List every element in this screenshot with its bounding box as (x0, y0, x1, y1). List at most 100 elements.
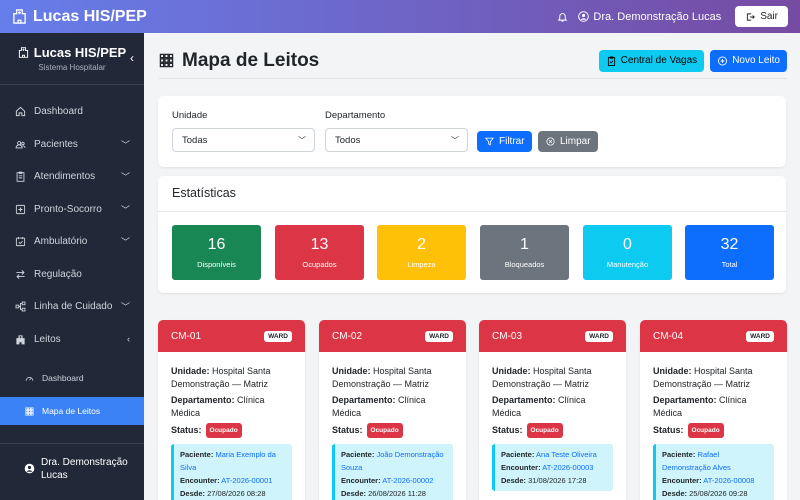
bed-code: CM-01 (171, 330, 202, 342)
sidebar-user[interactable]: Dra. Demonstração Lucas (0, 443, 144, 493)
bed-code: CM-03 (492, 330, 523, 342)
stat-label: Total (721, 260, 738, 269)
chevron-down-icon: ﹀ (451, 135, 459, 145)
medical-plus-icon (15, 204, 26, 214)
unidade-select[interactable]: Todas ﹀ (172, 128, 315, 152)
bed-departamento: Departamento: Clínica Médica (653, 395, 747, 418)
sidebar-item-dashboard[interactable]: Dashboard (0, 95, 144, 127)
bed-card[interactable]: CM-01 WARD Unidade: Hospital Santa Demons… (158, 320, 305, 500)
bed-card[interactable]: CM-03 WARD Unidade: Hospital Santa Demons… (479, 320, 626, 500)
sidebar-item-linha-de-cuidado[interactable]: Linha de Cuidado ﹀ (0, 290, 144, 322)
stat-value: 13 (310, 236, 329, 253)
bed-code: CM-02 (332, 330, 363, 342)
encounter-link[interactable]: AT-2026-00001 (221, 476, 272, 485)
people-icon (15, 140, 26, 148)
logout-icon (747, 12, 756, 21)
bed-status: Status: Ocupado (171, 423, 292, 438)
stat-label: Manutenção (606, 260, 649, 269)
bed-departamento: Departamento: Clínica Médica (171, 395, 265, 418)
departamento-select[interactable]: Todos ﹀ (325, 128, 468, 152)
logout-label: Sair (760, 11, 778, 22)
patient-info: Paciente: João Demonstração Souza Encoun… (332, 444, 453, 500)
bed-type-badge: WARD (585, 330, 613, 342)
page-title-text: Mapa de Leitos (182, 49, 320, 71)
grid-icon (159, 53, 174, 68)
patient-link[interactable]: Ana Teste Oliveira (536, 450, 597, 459)
chevron-down-icon: ﹀ (120, 301, 130, 312)
chevron-down-icon: ﹀ (120, 139, 130, 150)
bed-type-badge: WARD (264, 330, 292, 342)
sidebar-item-regulacao[interactable]: Regulação (0, 258, 144, 290)
status-badge: Ocupado (526, 423, 563, 438)
sidebar-item-label: Dashboard (34, 105, 83, 117)
page-header: Mapa de Leitos Central de Vagas Novo Lei… (159, 43, 787, 79)
central-de-vagas-button[interactable]: Central de Vagas (598, 49, 705, 72)
bed-card[interactable]: CM-02 WARD Unidade: Hospital Santa Demons… (319, 320, 466, 500)
stat-manutencao: 0 Manutenção (583, 225, 672, 280)
stat-value: 32 (720, 236, 739, 253)
sidebar-item-ambulatorio[interactable]: Ambulatório ﹀ (0, 225, 144, 257)
chevron-left-icon[interactable]: ‹ (130, 51, 134, 65)
novo-leito-button[interactable]: Novo Leito (710, 49, 787, 72)
sidebar-item-label: Leitos (34, 333, 61, 345)
encounter-link[interactable]: AT-2026-00003 (542, 463, 593, 472)
grid-icon (25, 406, 34, 416)
status-badge: Ocupado (366, 423, 403, 438)
sidebar-subitem-dashboard[interactable]: Dashboard (0, 362, 144, 394)
bed-unidade: Unidade: Hospital Santa Demonstração — M… (171, 366, 271, 389)
limpar-label: Limpar (560, 136, 591, 147)
bed-code: CM-04 (653, 330, 684, 342)
bed-departamento: Departamento: Clínica Médica (492, 395, 586, 418)
encounter-link[interactable]: AT-2026-00008 (703, 476, 754, 485)
filters-card: Unidade Todas ﹀ Departamento Todos ﹀ Fil… (158, 96, 786, 167)
sidebar-item-atendimentos[interactable]: Atendimentos ﹀ (0, 160, 144, 192)
encounter-link[interactable]: AT-2026-00002 (382, 476, 433, 485)
sidebar-item-label: Regulação (34, 268, 82, 280)
sidebar-item-leitos[interactable]: Leitos ‹ (0, 323, 144, 355)
bed-status: Status: Ocupado (653, 423, 774, 438)
stat-bloqueados: 1 Bloqueados (480, 225, 569, 280)
sidebar-item-label: Dashboard (42, 373, 84, 383)
stat-label: Ocupados (302, 260, 337, 269)
limpar-button[interactable]: Limpar (538, 131, 598, 152)
bell-icon[interactable] (557, 11, 568, 23)
user-name: Dra. Demonstração Lucas (593, 10, 722, 23)
sidebar-item-pacientes[interactable]: Pacientes ﹀ (0, 128, 144, 160)
bed-unidade: Unidade: Hospital Santa Demonstração — M… (653, 366, 753, 389)
home-icon (15, 106, 26, 116)
bed-card[interactable]: CM-04 WARD Unidade: Hospital Santa Demons… (640, 320, 787, 500)
top-navbar: Lucas HIS/PEP Dra. Demonstração Lucas Sa… (0, 0, 800, 33)
divider (158, 211, 786, 212)
user-circle-icon (24, 463, 35, 474)
status-badge: Ocupado (205, 423, 242, 438)
speedometer-icon (25, 376, 34, 381)
hospital-icon (16, 334, 25, 344)
diagram-icon (15, 301, 26, 311)
statistics-title: Estatísticas (172, 186, 236, 200)
sidebar-user-name: Dra. Demonstração Lucas (41, 456, 128, 481)
stat-label: Disponíveis (197, 260, 236, 269)
stat-total: 32 Total (685, 225, 774, 280)
chevron-down-icon: ﹀ (120, 204, 130, 215)
sidebar-title: Lucas HIS/PEP (33, 45, 127, 60)
sidebar-header: Lucas HIS/PEP Sistema Hospitalar ‹ (0, 33, 144, 85)
patient-info: Paciente: Ana Teste Oliveira Encounter: … (492, 444, 613, 491)
bed-type-badge: WARD (425, 330, 453, 342)
brand[interactable]: Lucas HIS/PEP (12, 8, 147, 26)
bed-card-header: CM-01 WARD (158, 320, 305, 352)
filtrar-button[interactable]: Filtrar (477, 131, 532, 152)
hospital-icon (18, 47, 28, 58)
chevron-down-icon: ﹀ (120, 171, 130, 182)
page-title: Mapa de Leitos (159, 50, 319, 72)
sidebar-item-label: Atendimentos (34, 170, 96, 182)
stat-ocupados: 13 Ocupados (275, 225, 364, 280)
hospital-icon (13, 9, 26, 24)
bed-card-header: CM-03 WARD (479, 320, 626, 352)
clipboard-icon (16, 171, 25, 182)
logout-button[interactable]: Sair (735, 6, 788, 27)
user-menu[interactable]: Dra. Demonstração Lucas (578, 11, 721, 23)
sidebar-item-pronto-socorro[interactable]: Pronto-Socorro ﹀ (0, 193, 144, 225)
chevron-down-icon: ﹀ (120, 236, 130, 247)
sidebar-subitem-mapa-de-leitos[interactable]: Mapa de Leitos (0, 397, 144, 425)
bed-card-header: CM-02 WARD (319, 320, 466, 352)
